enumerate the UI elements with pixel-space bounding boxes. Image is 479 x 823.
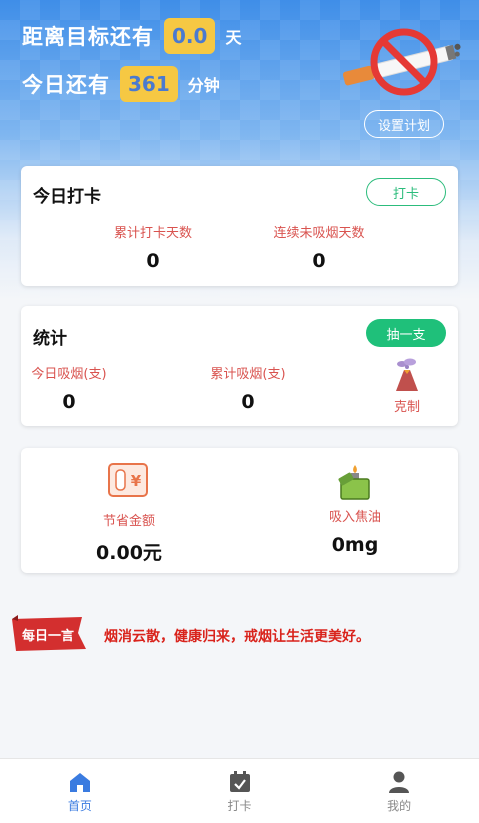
smoke-free-streak-label: 连续未吸烟天数: [273, 226, 365, 241]
total-checkin-days-label: 累计打卡天数: [113, 226, 192, 241]
set-plan-button[interactable]: 设置计划: [364, 110, 444, 138]
today-smoked-value: 0: [62, 391, 76, 413]
volcano-icon: [396, 358, 418, 391]
goal-row: 距离目标还有 0.0 天: [22, 18, 241, 54]
today-label: 今日还有: [22, 73, 110, 97]
no-smoking-icon: [342, 28, 461, 96]
tab-mine[interactable]: 我的: [319, 759, 479, 823]
checkin-title: 今日打卡: [33, 187, 101, 207]
saved-money-label: 节省金额: [102, 514, 155, 529]
checkin-card: 今日打卡 打卡 累计打卡天数 0 连续未吸烟天数 0: [21, 166, 458, 286]
total-smoked-value: 0: [241, 391, 255, 413]
tab-home[interactable]: 首页: [0, 759, 160, 823]
goal-label: 距离目标还有: [22, 25, 154, 49]
savings-card: ¥ 节省金额 0.00元 吸入焦油 0mg: [21, 448, 458, 573]
tab-mine-label: 我的: [387, 799, 412, 813]
goal-days-unit: 天: [225, 28, 242, 47]
total-checkin-days-value: 0: [146, 250, 160, 272]
stats-title: 统计: [33, 329, 67, 349]
today-smoked-label: 今日吸烟(支): [31, 367, 107, 382]
today-minutes-unit: 分钟: [187, 76, 220, 95]
quote-text: 烟消云散，健康归来，戒烟让生活更美好。: [104, 629, 370, 645]
tab-home-label: 首页: [67, 799, 92, 813]
tar-intake-label: 吸入焦油: [328, 510, 381, 525]
checkin-button[interactable]: 打卡: [366, 178, 446, 206]
home-icon: [69, 773, 90, 792]
restrain-label: 克制: [393, 400, 420, 415]
smoke-free-streak-value: 0: [312, 250, 326, 272]
today-row: 今日还有 361 分钟: [22, 66, 220, 102]
tab-checkin[interactable]: 打卡: [160, 759, 320, 823]
smoke-one-button[interactable]: 抽一支: [366, 319, 446, 347]
total-smoked-label: 累计吸烟(支): [210, 367, 286, 382]
svg-text:¥: ¥: [131, 472, 142, 490]
restrain-button[interactable]: 克制: [385, 358, 429, 418]
tar-intake-value: 0mg: [331, 534, 379, 556]
goal-days-value: 0.0: [164, 18, 216, 54]
quote-badge: 每日一言: [22, 629, 75, 644]
calendar-check-icon: [229, 771, 250, 792]
saved-money-value: 0.00元: [96, 542, 162, 564]
bottom-tab-bar: 首页 打卡 我的: [0, 758, 479, 823]
lighter-icon: [338, 465, 370, 500]
today-minutes-value: 361: [120, 66, 178, 102]
money-icon: ¥: [108, 463, 148, 497]
stats-card: 统计 抽一支 今日吸烟(支) 0 累计吸烟(支) 0 克制: [21, 306, 458, 426]
user-icon: [389, 771, 410, 793]
tab-checkin-label: 打卡: [227, 799, 252, 813]
